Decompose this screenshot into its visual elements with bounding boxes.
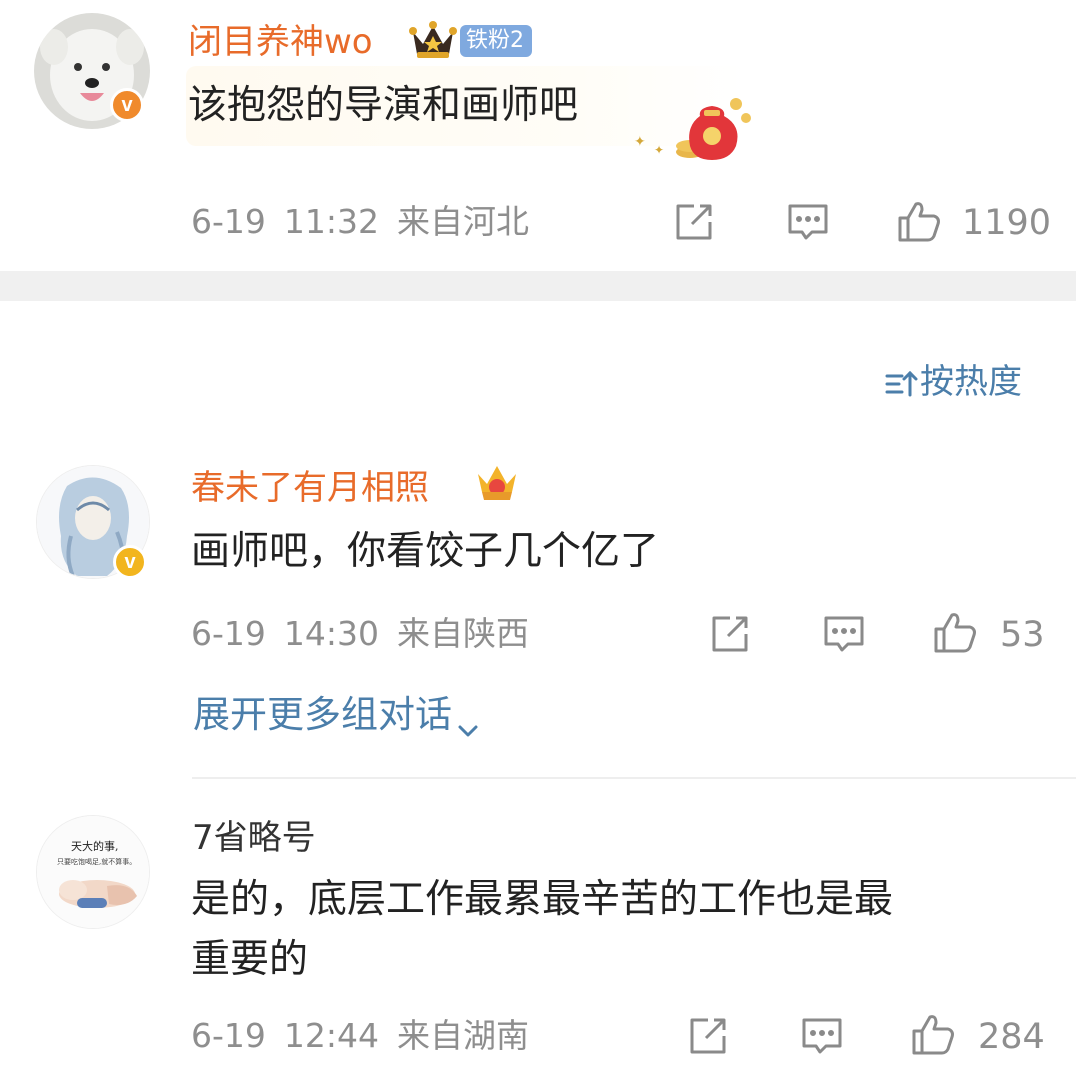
comment-text-line-1: 是的，底层工作最累最辛苦的工作也是最 — [191, 877, 894, 922]
lucky-bag-icon: ✦ ✦ — [630, 94, 756, 164]
like-count: 284 — [978, 1017, 1045, 1057]
comment-date: 6-19 — [191, 1016, 266, 1055]
avatar-caption-line-1: 天大的事, — [71, 839, 119, 853]
sort-by-heat-button[interactable]: 按热度 — [884, 362, 1022, 402]
sort-icon — [884, 367, 920, 401]
comment-meta: 6-19 12:44 来自湖南 — [191, 1016, 529, 1056]
like-icon[interactable] — [910, 1011, 954, 1055]
chevron-down-icon — [456, 707, 480, 736]
expand-more-replies-link[interactable]: 展开更多组对话 — [193, 693, 480, 737]
comment-date: 6-19 — [191, 202, 266, 241]
avatar[interactable]: 天大的事, 只要吃饱喝足,就不算事。 — [36, 815, 150, 929]
like-icon[interactable] — [932, 609, 976, 653]
comment-time: 14:30 — [283, 614, 380, 653]
share-icon[interactable] — [686, 1014, 730, 1058]
fan-badge: 铁粉2 — [460, 25, 532, 57]
sort-label: 按热度 — [920, 362, 1022, 402]
comment-text-line-2: 重要的 — [191, 937, 309, 982]
divider — [192, 777, 1076, 779]
comment-date: 6-19 — [191, 614, 266, 653]
section-divider — [0, 271, 1076, 301]
crown-icon — [474, 460, 520, 504]
comment-location: 来自河北 — [397, 202, 530, 241]
like-icon[interactable] — [896, 198, 940, 242]
username[interactable]: 7省略号 — [192, 818, 316, 858]
comment-meta: 6-19 14:30 来自陕西 — [191, 614, 529, 654]
verified-badge-icon: v — [113, 545, 147, 579]
comment-icon[interactable] — [800, 1014, 844, 1058]
expand-label: 展开更多组对话 — [193, 693, 452, 736]
comment-location: 来自湖南 — [397, 1016, 530, 1055]
svg-text:✦: ✦ — [634, 134, 646, 150]
share-icon[interactable] — [708, 612, 752, 656]
comment-icon[interactable] — [822, 612, 866, 656]
like-count: 1190 — [962, 203, 1052, 243]
username[interactable]: 闭目养神wo — [188, 22, 373, 62]
comment-text: 画师吧，你看饺子几个亿了 — [191, 529, 660, 574]
comment-location: 来自陕西 — [397, 614, 530, 653]
crown-icon — [407, 18, 459, 62]
avatar-caption-line-2: 只要吃饱喝足,就不算事。 — [57, 857, 136, 866]
like-count: 53 — [1000, 615, 1045, 655]
share-icon[interactable] — [672, 200, 716, 244]
svg-text:✦: ✦ — [654, 143, 664, 157]
comment-text: 该抱怨的导演和画师吧 — [188, 83, 579, 128]
comment-time: 12:44 — [283, 1016, 380, 1055]
comment-meta: 6-19 11:32 来自河北 — [191, 202, 529, 242]
comment-time: 11:32 — [283, 202, 380, 241]
username[interactable]: 春未了有月相照 — [191, 468, 429, 508]
verified-badge-icon: v — [110, 88, 144, 122]
comment-icon[interactable] — [786, 200, 830, 244]
